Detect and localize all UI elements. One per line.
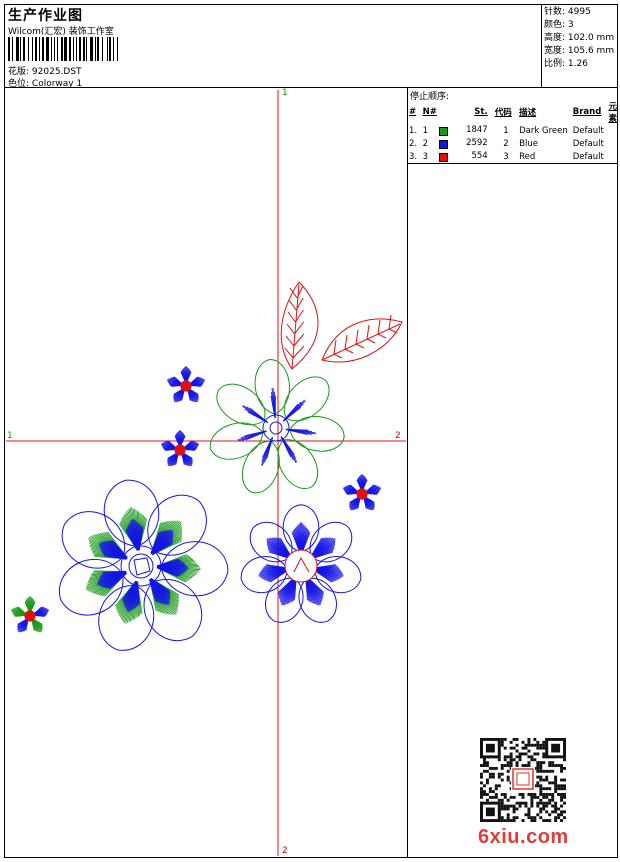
color-swatch-red (439, 153, 448, 162)
embroidery-mini-flower (343, 474, 381, 510)
embroidery-mini-flower (167, 366, 205, 402)
embroidery-flower-outline (210, 359, 344, 492)
axis-label-right: 2 (395, 431, 401, 441)
embroidery-drawing (4, 88, 408, 858)
embroidery-mini-flower (161, 430, 199, 466)
stat-height: 高度: 102.0 mm (544, 32, 618, 45)
table-row: 1. 1 1847 1 Dark Green Default (408, 124, 618, 137)
col-header-code: 代码 (494, 100, 518, 124)
page-title: 生产作业图 (8, 5, 83, 25)
col-header-element: 元素 (607, 100, 618, 124)
company-name: Wilcom(汇宏) 装饰工作室 (8, 24, 114, 37)
col-header-brand: Brand (572, 100, 608, 124)
embroidery-leaves (281, 282, 402, 369)
col-header-n: N# (422, 100, 438, 124)
axis-label-bottom: 2 (282, 846, 288, 856)
stat-colors: 颜色: 3 (544, 19, 618, 32)
table-row: 3. 3 554 3 Red Default (408, 150, 618, 164)
embroidery-flower-medium (241, 505, 361, 623)
table-header-row: # N# St. 代码 描述 Brand 元素 (408, 100, 618, 124)
axis-label-top: 1 (282, 88, 288, 98)
design-canvas: 1 2 1 2 (4, 88, 408, 858)
col-header-stitches: St. (438, 100, 494, 124)
stat-scale: 比例: 1.26 (544, 58, 618, 71)
watermark-logo: 6xiu.com (478, 826, 569, 849)
col-header-index: # (408, 100, 422, 124)
barcode (8, 37, 118, 61)
stat-width: 宽度: 105.6 mm (544, 45, 618, 58)
header: 生产作业图 Wilcom(汇宏) 装饰工作室 花版: 92025.DST 色位:… (4, 4, 618, 88)
color-swatch-blue (439, 140, 448, 149)
stats-panel: 针数: 4995 颜色: 3 高度: 102.0 mm 宽度: 105.6 mm… (541, 4, 618, 88)
embroidery-flower-large (59, 480, 228, 650)
stop-sequence-table: # N# St. 代码 描述 Brand 元素 1. 1 1847 1 Dark… (408, 100, 618, 164)
embroidery-mini-flower (11, 596, 49, 632)
color-swatch-green (439, 127, 448, 136)
stat-stitches: 针数: 4995 (544, 6, 618, 19)
qr-code (480, 738, 566, 822)
col-header-description: 描述 (518, 100, 572, 124)
axis-label-left: 1 (7, 431, 13, 441)
table-row: 2. 2 2592 2 Blue Default (408, 137, 618, 150)
